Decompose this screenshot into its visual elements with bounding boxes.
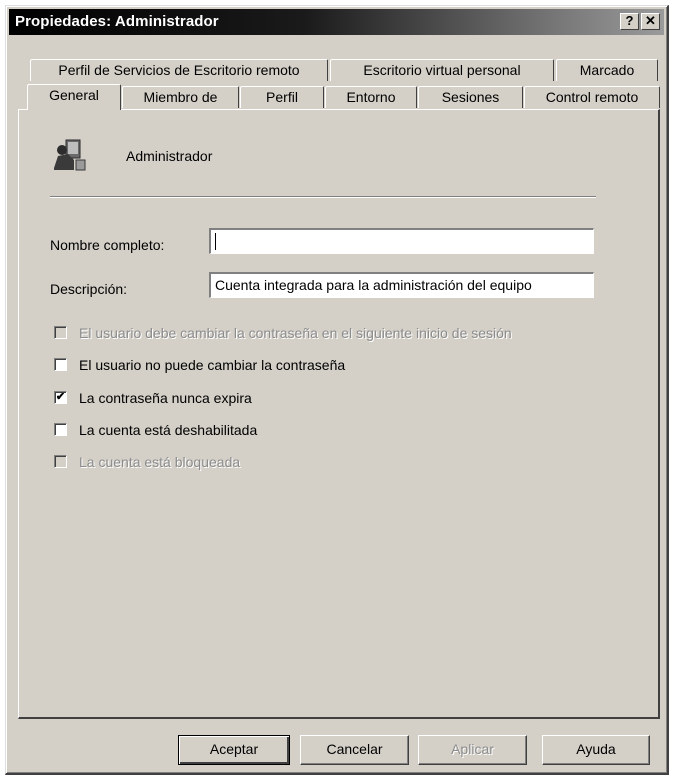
checkbox-label: El usuario no puede cambiar la contraseñ… xyxy=(79,357,346,373)
title-bar[interactable]: Propiedades: Administrador ? ✕ xyxy=(9,9,664,35)
tab-entorno[interactable]: Entorno xyxy=(325,86,417,108)
description-input[interactable]: Cuenta integrada para la administración … xyxy=(209,272,594,298)
general-tab-panel: Administrador Nombre completo: Descripci… xyxy=(18,109,660,719)
cancel-button[interactable]: Cancelar xyxy=(300,735,409,765)
checkbox-box xyxy=(54,455,67,468)
full-name-input[interactable] xyxy=(209,228,594,254)
tab-control-remoto[interactable]: Control remoto xyxy=(524,86,660,108)
properties-dialog: Propiedades: Administrador ? ✕ Perfil de… xyxy=(5,5,669,775)
checkbox-box xyxy=(54,326,67,339)
checkbox-box xyxy=(54,358,67,371)
user-name: Administrador xyxy=(126,148,213,164)
tab-miembro-de[interactable]: Miembro de xyxy=(122,86,239,108)
tab-escritorio-virtual-personal[interactable]: Escritorio virtual personal xyxy=(330,59,554,81)
tab-perfil[interactable]: Perfil xyxy=(240,86,324,108)
checkbox-label: La contraseña nunca expira xyxy=(79,390,252,406)
user-computer-icon xyxy=(54,139,86,171)
tab-general[interactable]: General xyxy=(27,84,121,110)
checkmark-icon: ✔ xyxy=(54,391,67,404)
description-label: Descripción: xyxy=(50,281,128,297)
tab-perfil-servicios-escritorio-remoto[interactable]: Perfil de Servicios de Escritorio remoto xyxy=(30,59,328,81)
checkbox-label: El usuario debe cambiar la contraseña en… xyxy=(79,325,512,341)
apply-button[interactable]: Aplicar xyxy=(418,735,527,765)
window-title: Propiedades: Administrador xyxy=(15,13,219,30)
help-title-button[interactable]: ? xyxy=(620,13,639,30)
text-caret xyxy=(215,233,216,250)
help-button[interactable]: Ayuda xyxy=(542,735,650,765)
full-name-label: Nombre completo: xyxy=(50,237,165,253)
tab-marcado[interactable]: Marcado xyxy=(556,59,658,81)
ok-button[interactable]: Aceptar xyxy=(178,735,290,765)
checkbox-label: La cuenta está bloqueada xyxy=(79,454,241,470)
separator xyxy=(50,196,596,198)
close-button[interactable]: ✕ xyxy=(641,13,660,30)
checkbox-box xyxy=(54,423,67,436)
checkbox-label: La cuenta está deshabilitada xyxy=(79,422,258,438)
tab-sesiones[interactable]: Sesiones xyxy=(418,86,523,108)
